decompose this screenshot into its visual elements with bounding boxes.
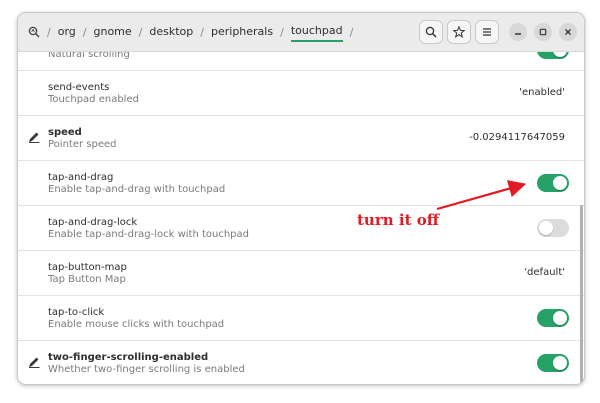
annotation-arrow <box>436 180 527 211</box>
annotation-text: turn it off <box>357 211 440 229</box>
